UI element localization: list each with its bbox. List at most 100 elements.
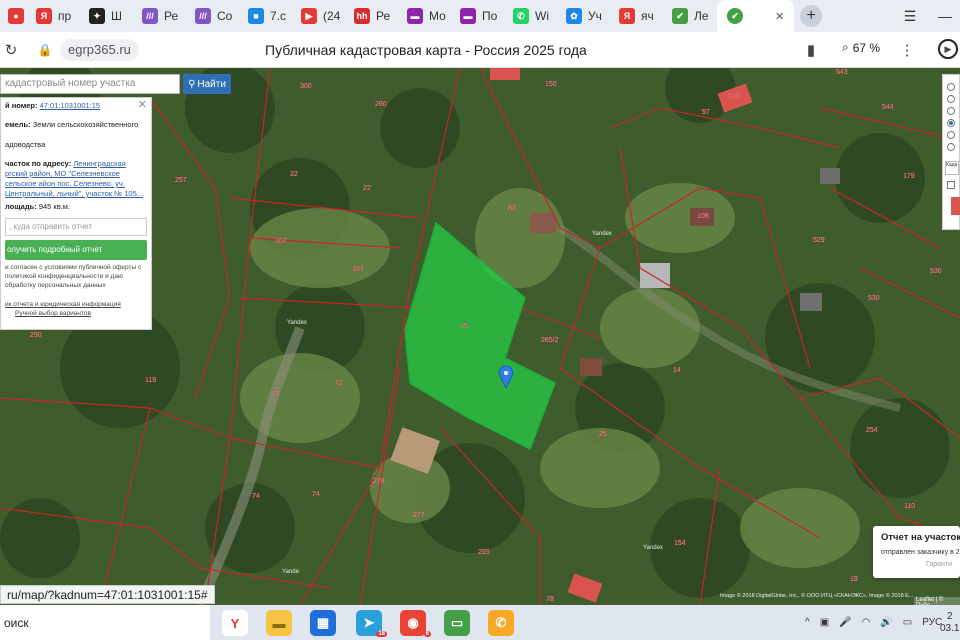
parcel-number: 260: [375, 101, 387, 108]
tab-favicon-icon: ✆: [513, 8, 529, 24]
cadastral-number-label: й номер:: [5, 101, 38, 110]
layer-radio[interactable]: [947, 143, 955, 151]
parcel-number: 72: [335, 380, 343, 387]
taskbar: оиск Y ▬ ▦ ➤ 18 ◉ 6 ▭ ✆ ^ ▣ 🎤 ◠ 🔊 ▭ РУС 2 03.1: [0, 605, 960, 640]
tab-label: Уч: [588, 9, 602, 23]
clock-date: 03.1: [940, 622, 960, 634]
tab-item[interactable]: ▬ Мо: [399, 0, 452, 32]
tab-strip: ●(24Япр✦Ш///Ре///Со■7.с▶(24hhРе▬Мо▬По✆Wi…: [0, 0, 960, 32]
tab-label: яч: [641, 9, 654, 23]
zoom-icon: ⌕: [842, 40, 849, 54]
tab-close-icon[interactable]: ✕: [775, 10, 784, 23]
report-toast: Отчет на участок 53 отправлен заказчику …: [873, 526, 960, 578]
clock[interactable]: 2 03.1: [940, 605, 959, 640]
tab-favicon-icon: Я: [619, 8, 635, 24]
address-bar: ↻ 🔒 egrp365.ru Публичная кадастровая кар…: [0, 32, 960, 68]
layer-radio[interactable]: [947, 95, 955, 103]
camera-icon[interactable]: ▣: [820, 617, 829, 628]
toast-title: Отчет на участок 53: [881, 532, 960, 543]
minimize-icon[interactable]: —: [925, 0, 960, 32]
map-street-label: Yandex: [643, 545, 663, 551]
file-explorer-icon[interactable]: ▬: [266, 610, 292, 636]
parcel-number: 265/2: [541, 337, 559, 344]
map-street-label: Yandex: [592, 231, 612, 237]
tab-label: Ш: [111, 9, 122, 23]
tab-item[interactable]: ▬ По: [452, 0, 505, 32]
panel-red-button[interactable]: [951, 197, 960, 215]
panel-input[interactable]: Када: [945, 161, 959, 175]
browser-menu-icon[interactable]: ☰: [890, 0, 930, 32]
parcel-number: 97: [702, 109, 710, 116]
play-icon[interactable]: ▶: [938, 39, 958, 59]
parcel-info-panel: ✕ й номер: 47:01:1031001:15 емель: Земли…: [0, 97, 152, 330]
parcel-number: 254: [866, 427, 878, 434]
email-field[interactable]: , куда отправить отчет: [5, 218, 147, 236]
parcel-number: 15: [460, 323, 468, 330]
tab-favicon-icon: ▬: [407, 8, 423, 24]
lock-icon[interactable]: 🔒: [34, 39, 56, 61]
panel-checkbox[interactable]: [947, 181, 955, 189]
tab-favicon-icon: Я: [36, 8, 52, 24]
tab-item[interactable]: /// Со: [187, 0, 240, 32]
chrome-icon[interactable]: ◉ 6: [400, 610, 431, 637]
taskbar-search[interactable]: оиск: [0, 605, 210, 640]
remote-desktop-icon[interactable]: ▭: [444, 610, 470, 636]
volume-icon[interactable]: 🔊: [880, 617, 892, 628]
parcel-number: 179: [903, 173, 915, 180]
zoom-indicator[interactable]: ⌕ 67 %: [842, 40, 880, 55]
layer-radio[interactable]: [947, 107, 955, 115]
tab-item[interactable]: /// Ре: [134, 0, 187, 32]
parcel-number: 150: [545, 81, 557, 88]
tab-item[interactable]: hh Ре: [346, 0, 399, 32]
manual-select-link[interactable]: Ручной выбор вариантов: [5, 309, 147, 318]
clock-time: 2: [946, 610, 953, 622]
mic-icon[interactable]: 🎤: [839, 617, 851, 628]
cadastral-number-link[interactable]: 47:01:1031001:15: [40, 101, 100, 110]
tab-item[interactable]: ✆ Wi: [505, 0, 558, 32]
tab-item[interactable]: ●(24: [0, 0, 28, 32]
tab-favicon-icon: ///: [195, 8, 211, 24]
sample-report-link[interactable]: ик отчета и юридическая информация: [5, 300, 147, 309]
parcel-number: 14: [673, 367, 681, 374]
calculator-app-icon[interactable]: ▦: [310, 610, 336, 636]
map-street-label: Yande: [282, 569, 300, 575]
hidden-icons-icon[interactable]: ^: [805, 617, 810, 628]
area-label: лощадь:: [5, 202, 37, 211]
layer-radio-selected[interactable]: [947, 119, 955, 127]
parcel-number: 19: [850, 576, 858, 583]
yandex-browser-icon[interactable]: Y: [222, 610, 248, 636]
tab-item[interactable]: Япр: [28, 0, 81, 32]
parcel-number: 295: [478, 549, 490, 556]
tab-item[interactable]: ✦ Ш: [81, 0, 134, 32]
layer-radio[interactable]: [947, 131, 955, 139]
tab-item[interactable]: ✿ Уч: [558, 0, 611, 32]
wifi-icon[interactable]: ◠: [862, 617, 871, 628]
more-menu-icon[interactable]: ⋮: [896, 39, 918, 61]
tab-active[interactable]: ✔ ✕: [717, 0, 795, 32]
get-report-button[interactable]: олучить подробный отчет: [5, 240, 147, 260]
reload-icon[interactable]: ↻: [0, 39, 22, 61]
tab-favicon-icon: ✔: [672, 8, 688, 24]
tab-item[interactable]: ▶ (24: [293, 0, 346, 32]
domain-pill[interactable]: egrp365.ru: [60, 38, 139, 61]
map-view[interactable]: 260 300 150 97 539 543 544 257 22 22 107 107 83 108 52…: [0, 68, 960, 605]
close-icon[interactable]: ✕: [138, 100, 147, 111]
tab-item[interactable]: Яяч: [611, 0, 664, 32]
telegram-icon[interactable]: ➤ 18: [356, 610, 387, 637]
parcel-number: 22: [363, 185, 371, 192]
parcel-number: 72: [272, 391, 280, 398]
leaflet-credit[interactable]: Leaflet | © Публ: [914, 597, 960, 605]
search-button[interactable]: ⚲ Найти: [183, 74, 231, 94]
tab-item[interactable]: ■ 7.с: [240, 0, 293, 32]
new-tab-button[interactable]: +: [800, 5, 823, 27]
bookmark-icon[interactable]: ▮: [800, 39, 822, 61]
tab-label: По: [482, 9, 498, 23]
tab-item[interactable]: ✔ Ле: [664, 0, 717, 32]
parcel-number: 290: [30, 332, 42, 339]
layer-radio[interactable]: [947, 83, 955, 91]
battery-icon[interactable]: ▭: [903, 617, 912, 628]
map-attribution: Image © 2018 DigitalGlobe, Inc., © ООО И…: [720, 593, 914, 599]
tab-label: Wi: [535, 9, 549, 23]
phone-app-icon[interactable]: ✆: [488, 610, 514, 636]
cadastral-search-input[interactable]: кадастровый номер участка: [0, 74, 180, 94]
